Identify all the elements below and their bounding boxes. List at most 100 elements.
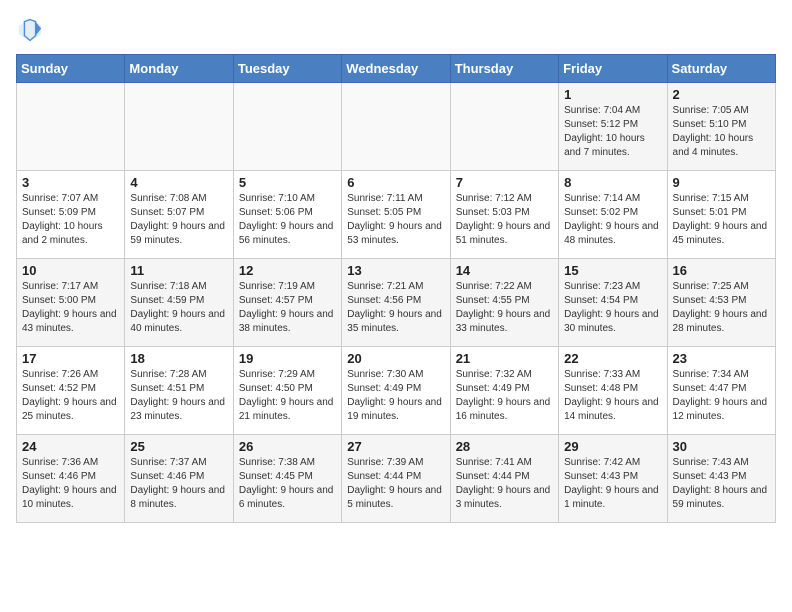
day-number: 20 [347,351,444,366]
calendar-cell: 18 Sunrise: 7:28 AM Sunset: 4:51 PM Dayli… [125,347,233,435]
calendar-cell: 20 Sunrise: 7:30 AM Sunset: 4:49 PM Dayli… [342,347,450,435]
day-number: 7 [456,175,553,190]
day-info: Sunrise: 7:36 AM Sunset: 4:46 PM Dayligh… [22,456,119,512]
weekday-header-saturday: Saturday [667,55,775,83]
day-info: Sunrise: 7:10 AM Sunset: 5:06 PM Dayligh… [239,192,336,248]
calendar-cell: 28 Sunrise: 7:41 AM Sunset: 4:44 PM Dayli… [450,435,558,523]
calendar-cell: 13 Sunrise: 7:21 AM Sunset: 4:56 PM Dayli… [342,259,450,347]
day-info: Sunrise: 7:15 AM Sunset: 5:01 PM Dayligh… [673,192,770,248]
day-number: 17 [22,351,119,366]
day-info: Sunrise: 7:18 AM Sunset: 4:59 PM Dayligh… [130,280,227,336]
day-number: 16 [673,263,770,278]
day-info: Sunrise: 7:11 AM Sunset: 5:05 PM Dayligh… [347,192,444,248]
calendar-cell: 9 Sunrise: 7:15 AM Sunset: 5:01 PM Daylig… [667,171,775,259]
day-number: 15 [564,263,661,278]
calendar-cell: 6 Sunrise: 7:11 AM Sunset: 5:05 PM Daylig… [342,171,450,259]
day-info: Sunrise: 7:37 AM Sunset: 4:46 PM Dayligh… [130,456,227,512]
logo-icon [16,16,44,44]
calendar-cell [233,83,341,171]
day-info: Sunrise: 7:05 AM Sunset: 5:10 PM Dayligh… [673,104,770,160]
day-info: Sunrise: 7:32 AM Sunset: 4:49 PM Dayligh… [456,368,553,424]
weekday-header-monday: Monday [125,55,233,83]
calendar-cell: 8 Sunrise: 7:14 AM Sunset: 5:02 PM Daylig… [559,171,667,259]
day-number: 10 [22,263,119,278]
day-number: 3 [22,175,119,190]
day-number: 23 [673,351,770,366]
day-number: 12 [239,263,336,278]
calendar-cell: 11 Sunrise: 7:18 AM Sunset: 4:59 PM Dayli… [125,259,233,347]
calendar-cell: 27 Sunrise: 7:39 AM Sunset: 4:44 PM Dayli… [342,435,450,523]
calendar-cell [342,83,450,171]
calendar-cell: 7 Sunrise: 7:12 AM Sunset: 5:03 PM Daylig… [450,171,558,259]
day-info: Sunrise: 7:28 AM Sunset: 4:51 PM Dayligh… [130,368,227,424]
weekday-header-sunday: Sunday [17,55,125,83]
day-info: Sunrise: 7:12 AM Sunset: 5:03 PM Dayligh… [456,192,553,248]
calendar-cell: 23 Sunrise: 7:34 AM Sunset: 4:47 PM Dayli… [667,347,775,435]
weekday-header-tuesday: Tuesday [233,55,341,83]
day-info: Sunrise: 7:29 AM Sunset: 4:50 PM Dayligh… [239,368,336,424]
calendar-cell: 17 Sunrise: 7:26 AM Sunset: 4:52 PM Dayli… [17,347,125,435]
day-number: 4 [130,175,227,190]
calendar-cell: 19 Sunrise: 7:29 AM Sunset: 4:50 PM Dayli… [233,347,341,435]
day-number: 21 [456,351,553,366]
day-info: Sunrise: 7:42 AM Sunset: 4:43 PM Dayligh… [564,456,661,512]
day-number: 2 [673,87,770,102]
calendar-cell: 2 Sunrise: 7:05 AM Sunset: 5:10 PM Daylig… [667,83,775,171]
calendar-cell: 5 Sunrise: 7:10 AM Sunset: 5:06 PM Daylig… [233,171,341,259]
calendar-cell: 12 Sunrise: 7:19 AM Sunset: 4:57 PM Dayli… [233,259,341,347]
day-number: 14 [456,263,553,278]
day-info: Sunrise: 7:14 AM Sunset: 5:02 PM Dayligh… [564,192,661,248]
day-number: 6 [347,175,444,190]
calendar-cell: 10 Sunrise: 7:17 AM Sunset: 5:00 PM Dayli… [17,259,125,347]
day-number: 27 [347,439,444,454]
calendar-cell [17,83,125,171]
day-info: Sunrise: 7:25 AM Sunset: 4:53 PM Dayligh… [673,280,770,336]
weekday-header-thursday: Thursday [450,55,558,83]
day-number: 1 [564,87,661,102]
day-info: Sunrise: 7:08 AM Sunset: 5:07 PM Dayligh… [130,192,227,248]
calendar-cell: 22 Sunrise: 7:33 AM Sunset: 4:48 PM Dayli… [559,347,667,435]
day-info: Sunrise: 7:21 AM Sunset: 4:56 PM Dayligh… [347,280,444,336]
day-info: Sunrise: 7:34 AM Sunset: 4:47 PM Dayligh… [673,368,770,424]
day-number: 5 [239,175,336,190]
weekday-header-friday: Friday [559,55,667,83]
day-info: Sunrise: 7:41 AM Sunset: 4:44 PM Dayligh… [456,456,553,512]
calendar-cell [450,83,558,171]
logo [16,16,48,44]
day-number: 30 [673,439,770,454]
day-info: Sunrise: 7:43 AM Sunset: 4:43 PM Dayligh… [673,456,770,512]
calendar-cell: 14 Sunrise: 7:22 AM Sunset: 4:55 PM Dayli… [450,259,558,347]
calendar-cell: 29 Sunrise: 7:42 AM Sunset: 4:43 PM Dayli… [559,435,667,523]
day-info: Sunrise: 7:07 AM Sunset: 5:09 PM Dayligh… [22,192,119,248]
day-number: 13 [347,263,444,278]
day-number: 11 [130,263,227,278]
day-info: Sunrise: 7:04 AM Sunset: 5:12 PM Dayligh… [564,104,661,160]
day-number: 25 [130,439,227,454]
calendar-cell: 24 Sunrise: 7:36 AM Sunset: 4:46 PM Dayli… [17,435,125,523]
day-number: 19 [239,351,336,366]
day-number: 26 [239,439,336,454]
day-info: Sunrise: 7:33 AM Sunset: 4:48 PM Dayligh… [564,368,661,424]
calendar-cell: 15Sunrise: 7:23 AM Sunset: 4:54 PM Dayli… [559,259,667,347]
calendar-cell: 25 Sunrise: 7:37 AM Sunset: 4:46 PM Dayli… [125,435,233,523]
calendar-cell: 26 Sunrise: 7:38 AM Sunset: 4:45 PM Dayli… [233,435,341,523]
day-number: 24 [22,439,119,454]
day-info: Sunrise: 7:26 AM Sunset: 4:52 PM Dayligh… [22,368,119,424]
day-number: 22 [564,351,661,366]
day-info: Sunrise: 7:22 AM Sunset: 4:55 PM Dayligh… [456,280,553,336]
weekday-header-wednesday: Wednesday [342,55,450,83]
day-number: 18 [130,351,227,366]
page-header [16,16,776,44]
day-info: Sunrise: 7:39 AM Sunset: 4:44 PM Dayligh… [347,456,444,512]
day-number: 29 [564,439,661,454]
day-number: 8 [564,175,661,190]
day-info: Sunrise: 7:30 AM Sunset: 4:49 PM Dayligh… [347,368,444,424]
day-info: Sunrise: 7:17 AM Sunset: 5:00 PM Dayligh… [22,280,119,336]
day-number: 9 [673,175,770,190]
day-number: 28 [456,439,553,454]
calendar-cell [125,83,233,171]
calendar-table: SundayMondayTuesdayWednesdayThursdayFrid… [16,54,776,523]
day-info: Sunrise: 7:38 AM Sunset: 4:45 PM Dayligh… [239,456,336,512]
calendar-cell: 16 Sunrise: 7:25 AM Sunset: 4:53 PM Dayli… [667,259,775,347]
day-info: Sunrise: 7:19 AM Sunset: 4:57 PM Dayligh… [239,280,336,336]
